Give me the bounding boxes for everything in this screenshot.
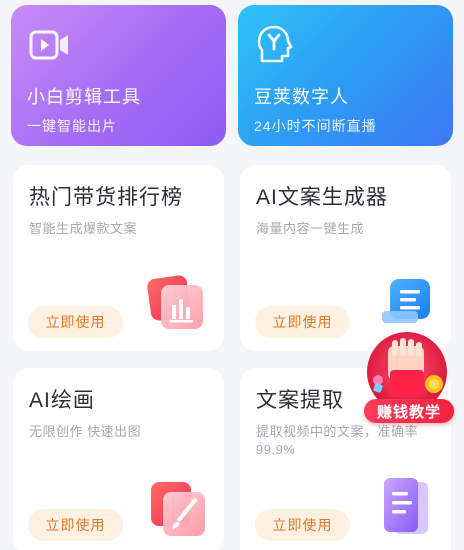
card-title: AI绘画 xyxy=(29,389,95,412)
card-title: 豆荚数字人 xyxy=(254,87,349,107)
digital-human-card[interactable]: 豆荚数字人 24小时不间断直播 xyxy=(238,5,453,146)
text-extract-icon xyxy=(380,476,436,545)
digital-human-icon xyxy=(254,23,298,67)
video-edit-tool-card[interactable]: 小白剪辑工具 一键智能出片 xyxy=(11,5,226,146)
document-icon xyxy=(376,277,436,338)
ai-copy-generator-card[interactable]: AI文案生成器 海量内容一键生成 立即使用 xyxy=(240,165,451,351)
use-now-button[interactable]: 立即使用 xyxy=(255,509,350,541)
card-title: AI文案生成器 xyxy=(256,186,388,209)
card-title: 小白剪辑工具 xyxy=(27,87,141,107)
card-description: 海量内容一键生成 xyxy=(256,221,365,236)
ai-painting-card[interactable]: AI绘画 无限创作 快速出图 立即使用 xyxy=(13,368,224,550)
video-camera-icon xyxy=(27,23,71,67)
hot-sales-ranking-card[interactable]: 热门带货排行榜 智能生成爆款文案 立即使用 xyxy=(13,165,224,351)
card-subtitle: 一键智能出片 xyxy=(27,118,117,134)
earn-money-tutorial-label: 赚钱教学 xyxy=(364,399,454,423)
card-subtitle: 24小时不间断直播 xyxy=(254,118,377,134)
card-description: 智能生成爆款文案 xyxy=(29,221,138,236)
use-now-button[interactable]: 立即使用 xyxy=(28,306,123,338)
use-now-button[interactable]: 立即使用 xyxy=(255,306,350,338)
card-title: 热门带货排行榜 xyxy=(29,186,183,209)
paintbrush-icon xyxy=(149,480,209,545)
bar-chart-icon xyxy=(147,273,209,340)
card-title: 文案提取 xyxy=(256,389,344,412)
card-description: 无限创作 快速出图 xyxy=(29,424,142,439)
use-now-button[interactable]: 立即使用 xyxy=(28,509,123,541)
earn-money-tutorial-float[interactable]: 赚钱教学 xyxy=(360,330,458,434)
